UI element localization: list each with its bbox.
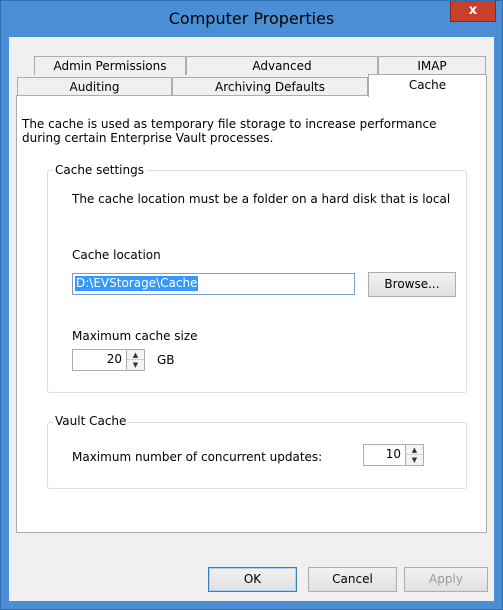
tab-advanced[interactable]: Advanced — [186, 56, 378, 75]
max-cache-size-unit: GB — [157, 353, 175, 367]
cache-location-label: Cache location — [72, 248, 161, 262]
apply-button[interactable]: Apply — [404, 567, 488, 592]
spin-up-icon[interactable]: ▲ — [127, 350, 144, 360]
spin-up-icon[interactable]: ▲ — [406, 445, 423, 455]
tab-archiving-defaults[interactable]: Archiving Defaults — [172, 77, 368, 96]
tab-imap[interactable]: IMAP — [378, 56, 486, 75]
max-cache-size-spin-buttons: ▲ ▼ — [126, 350, 144, 370]
title-bar[interactable]: Computer Properties x — [1, 1, 502, 37]
tab-cache[interactable]: Cache — [368, 74, 487, 97]
apply-button-label: Apply — [429, 572, 463, 586]
tab-auditing[interactable]: Auditing — [17, 77, 172, 96]
ok-button-label: OK — [243, 572, 262, 586]
close-button[interactable]: x — [450, 1, 496, 22]
cache-settings-title: Cache settings — [53, 163, 146, 177]
cancel-button[interactable]: Cancel — [308, 567, 397, 592]
close-icon: x — [468, 3, 478, 18]
max-cache-size-label: Maximum cache size — [72, 329, 198, 343]
concurrent-updates-spinner[interactable]: 10 ▲ ▼ — [363, 444, 424, 466]
concurrent-updates-label: Maximum number of concurrent updates: — [72, 450, 323, 464]
spin-down-icon[interactable]: ▼ — [127, 360, 144, 370]
concurrent-updates-spin-buttons: ▲ ▼ — [405, 445, 423, 465]
window-title: Computer Properties — [168, 9, 335, 28]
tab-admin-permissions[interactable]: Admin Permissions — [34, 56, 186, 75]
max-cache-size-spinner[interactable]: 20 ▲ ▼ — [72, 349, 145, 371]
cache-location-note: The cache location must be a folder on a… — [72, 192, 451, 206]
cache-description: The cache is used as temporary file stor… — [22, 117, 437, 145]
cache-location-value: D:\EVStorage\Cache — [75, 276, 199, 291]
max-cache-size-value: 20 — [106, 352, 122, 366]
concurrent-updates-value: 10 — [385, 447, 401, 461]
cache-location-input[interactable]: D:\EVStorage\Cache — [72, 273, 355, 295]
browse-button-label: Browse... — [384, 277, 440, 291]
cancel-button-label: Cancel — [332, 572, 373, 586]
vault-cache-title: Vault Cache — [53, 414, 129, 428]
browse-button[interactable]: Browse... — [368, 272, 456, 297]
spin-down-icon[interactable]: ▼ — [406, 455, 423, 465]
ok-button[interactable]: OK — [208, 567, 297, 592]
